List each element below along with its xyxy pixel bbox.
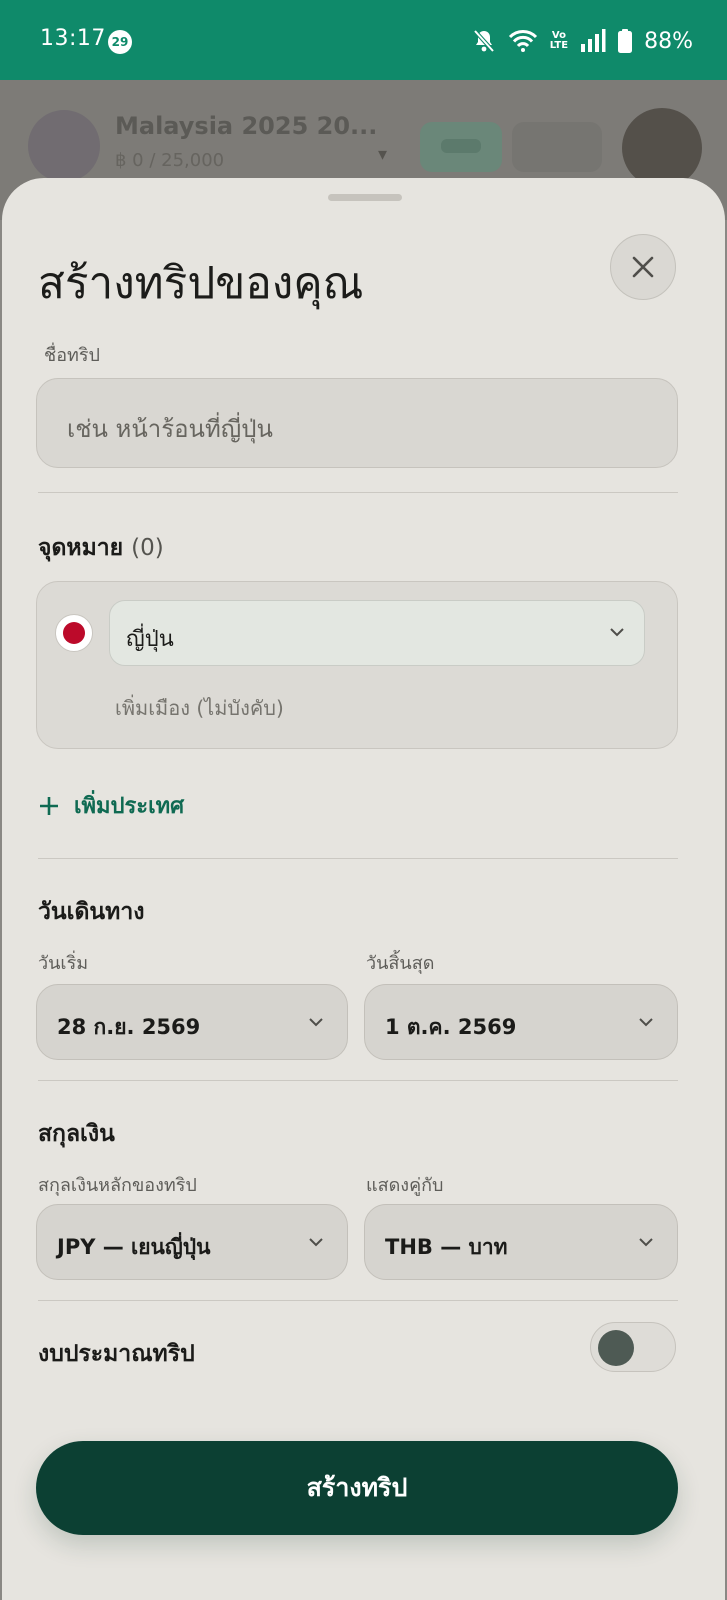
signal-icon	[581, 29, 606, 52]
chevron-down-icon	[309, 1238, 323, 1247]
sheet-drag-handle[interactable]	[328, 194, 402, 201]
trip-name-input[interactable]: เช่น หน้าร้อนที่ญี่ปุ่น	[36, 378, 678, 468]
divider	[38, 492, 678, 493]
malaysia-flag-icon	[28, 110, 100, 182]
status-time: 13:17	[40, 26, 106, 51]
battery-percent: 88%	[644, 28, 693, 54]
trip-name-label: ชื่อทริป	[44, 345, 100, 366]
avatar	[622, 108, 702, 188]
create-trip-label: สร้างทริป	[306, 1473, 408, 1502]
end-date-value: 1 ต.ค. 2569	[385, 1015, 517, 1039]
add-country-label: เพิ่มประเทศ	[74, 794, 185, 819]
pair-currency-label: แสดงคู่กับ	[366, 1175, 444, 1196]
bell-off-icon	[473, 29, 495, 53]
add-city-link[interactable]: เพิ่มเมือง (ไม่บังคับ)	[115, 692, 284, 724]
sheet-title: สร้างทริปของคุณ	[38, 258, 364, 309]
volte-bottom: LTE	[549, 40, 569, 51]
divider	[38, 1080, 678, 1081]
country-value: ญี่ปุ่น	[126, 627, 174, 652]
chevron-down-icon	[639, 1238, 653, 1247]
background-trip-name: Malaysia 2025 20...	[115, 112, 378, 140]
close-button[interactable]	[610, 234, 676, 300]
create-trip-button[interactable]: สร้างทริป	[36, 1441, 678, 1535]
japan-flag-icon	[55, 614, 93, 652]
main-currency-select[interactable]: JPY — เยนญี่ปุ่น	[36, 1204, 348, 1280]
status-icons: Vo LTE 88%	[472, 24, 693, 58]
divider	[38, 1300, 678, 1301]
plus-icon	[40, 796, 58, 815]
main-currency-label: สกุลเงินหลักของทริป	[38, 1175, 197, 1196]
destination-heading: จุดหมาย (0)	[38, 530, 164, 566]
close-icon	[632, 256, 654, 278]
create-trip-sheet: สร้างทริปของคุณ ชื่อทริป เช่น หน้าร้อนที…	[2, 178, 725, 1600]
start-date-label: วันเริ่ม	[38, 953, 89, 974]
end-date-select[interactable]: 1 ต.ค. 2569	[364, 984, 678, 1060]
pair-currency-value: THB — บาท	[385, 1235, 508, 1259]
budget-toggle[interactable]	[590, 1322, 676, 1372]
wifi-icon	[508, 30, 537, 52]
notification-count-badge: 29	[108, 30, 132, 54]
add-country-button[interactable]: เพิ่มประเทศ	[38, 788, 184, 823]
currency-title: สกุลเงิน	[38, 1121, 115, 1147]
destination-card: ญี่ปุ่น เพิ่มเมือง (ไม่บังคับ)	[36, 581, 678, 749]
pair-currency-select[interactable]: THB — บาท	[364, 1204, 678, 1280]
trip-name-placeholder: เช่น หน้าร้อนที่ญี่ปุ่น	[67, 415, 273, 443]
battery-icon	[618, 29, 633, 53]
country-select[interactable]: ญี่ปุ่น	[109, 600, 645, 666]
chevron-down-icon	[309, 1018, 323, 1027]
dates-title: วันเดินทาง	[38, 899, 145, 925]
main-currency-value: JPY — เยนญี่ปุ่น	[57, 1235, 211, 1259]
volte-indicator: Vo LTE	[550, 31, 568, 51]
start-date-value: 28 ก.ย. 2569	[57, 1015, 201, 1039]
divider	[38, 858, 678, 859]
background-tab	[512, 122, 602, 172]
toggle-knob	[598, 1330, 634, 1366]
background-tab-active	[420, 122, 502, 172]
destination-title: จุดหมาย	[38, 535, 124, 561]
status-bar: 13:17 29 Vo LTE 88%	[0, 0, 727, 80]
chevron-down-icon: ▾	[378, 144, 388, 165]
destination-count: (0)	[131, 535, 164, 561]
end-date-label: วันสิ้นสุด	[366, 953, 435, 974]
background-trip-sub: ฿ 0 / 25,000	[115, 150, 225, 171]
budget-title: งบประมาณทริป	[38, 1341, 195, 1367]
chevron-down-icon	[610, 628, 624, 637]
chevron-down-icon	[639, 1018, 653, 1027]
start-date-select[interactable]: 28 ก.ย. 2569	[36, 984, 348, 1060]
